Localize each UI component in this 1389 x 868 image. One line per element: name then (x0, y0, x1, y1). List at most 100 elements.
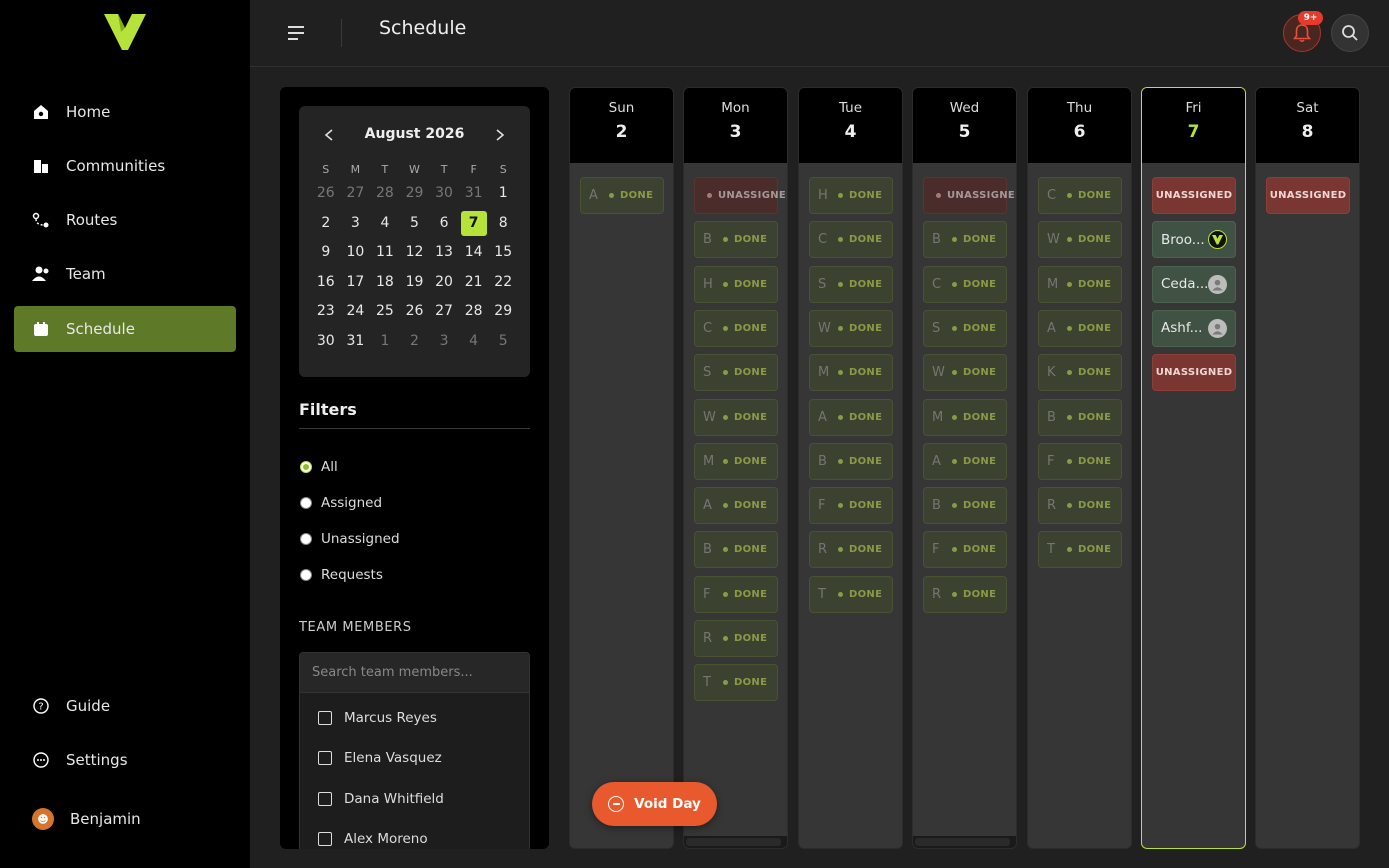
filter-all[interactable]: All (300, 459, 338, 475)
day-column-sat[interactable]: Sat 8 UNASSIGNED (1255, 87, 1360, 849)
day-column-mon[interactable]: Mon 3 UNASSIGNED B DONE H DONE C DONE S DONE W DONE M… (683, 87, 788, 849)
nav-communities[interactable]: Communities (14, 143, 236, 189)
day-column-tue[interactable]: Tue 4 H DONE C DONE S DONE W DONE M DONE A DONE B DONE F… (798, 87, 903, 849)
shift-card-unassigned[interactable]: UNASSIGNED (923, 177, 1016, 214)
calendar-day[interactable]: 30 (429, 179, 459, 209)
shift-card-done[interactable]: B DONE (923, 487, 1007, 525)
calendar-day[interactable]: 3 (341, 209, 371, 239)
calendar-day[interactable]: 1 (370, 327, 400, 357)
calendar-day[interactable]: 21 (459, 268, 489, 298)
calendar-day[interactable]: 4 (370, 209, 400, 239)
shift-card-done[interactable]: H DONE (694, 265, 778, 303)
shift-card-done[interactable]: F DONE (923, 531, 1007, 569)
shift-card-done[interactable]: C DONE (923, 265, 1007, 303)
calendar-day[interactable]: 9 (311, 238, 341, 268)
calendar-day-selected[interactable]: 7 (459, 209, 489, 239)
shift-card-done[interactable]: B DONE (694, 531, 778, 569)
calendar-day[interactable]: 24 (341, 297, 371, 327)
calendar-day[interactable]: 6 (429, 209, 459, 239)
calendar-day[interactable]: 26 (400, 297, 430, 327)
calendar-day[interactable]: 27 (429, 297, 459, 327)
filter-unassigned[interactable]: Unassigned (300, 531, 400, 547)
shift-card-done[interactable]: A DONE (923, 442, 1007, 480)
shift-card-done[interactable]: M DONE (809, 354, 893, 392)
shift-card-done[interactable]: A DONE (580, 177, 664, 214)
shift-card-done[interactable]: W DONE (923, 354, 1007, 392)
calendar-day[interactable]: 8 (488, 209, 518, 239)
calendar-day[interactable]: 5 (400, 209, 430, 239)
day-column-header[interactable]: Sun 2 (570, 88, 673, 163)
nav-guide[interactable]: ? Guide (14, 683, 236, 729)
shift-card-assigned[interactable]: Broo... (1152, 221, 1236, 259)
calendar-day[interactable]: 3 (429, 327, 459, 357)
radio-assigned[interactable] (300, 497, 312, 509)
shift-card-done[interactable]: R DONE (694, 620, 778, 657)
shift-card-done[interactable]: K DONE (1038, 354, 1122, 392)
calendar-day[interactable]: 13 (429, 238, 459, 268)
calendar-day[interactable]: 17 (341, 268, 371, 298)
nav-routes[interactable]: Routes (14, 197, 236, 243)
day-column-fri[interactable]: Fri 7 UNASSIGNED Broo... Ceda... Ashf... UNASS… (1141, 87, 1246, 849)
calendar-day[interactable]: 26 (311, 179, 341, 209)
void-day-button[interactable]: Void Day (592, 782, 717, 826)
shift-card-done[interactable]: C DONE (1038, 177, 1122, 214)
day-column-header[interactable]: Sat 8 (1256, 88, 1359, 163)
shift-card-done[interactable]: B DONE (923, 221, 1007, 259)
shift-card-done[interactable]: W DONE (809, 309, 893, 347)
shift-card-done[interactable]: H DONE (809, 177, 893, 214)
calendar-day[interactable]: 29 (400, 179, 430, 209)
shift-card-assigned[interactable]: Ceda... (1152, 265, 1236, 303)
filter-requests[interactable]: Requests (300, 567, 383, 583)
shift-card-done[interactable]: S DONE (694, 354, 778, 392)
shift-card-done[interactable]: T DONE (1038, 531, 1122, 569)
calendar-day[interactable]: 18 (370, 268, 400, 298)
shift-card-done[interactable]: M DONE (694, 442, 778, 480)
calendar-day[interactable]: 25 (370, 297, 400, 327)
calendar-day[interactable]: 28 (370, 179, 400, 209)
shift-card-done[interactable]: M DONE (1038, 265, 1122, 303)
calendar-day[interactable]: 2 (400, 327, 430, 357)
calendar-day[interactable]: 28 (459, 297, 489, 327)
shift-card-done[interactable]: A DONE (809, 398, 893, 436)
shift-card-unassigned[interactable]: UNASSIGNED (1266, 177, 1350, 214)
calendar-day[interactable]: 15 (488, 238, 518, 268)
shift-card-done[interactable]: W DONE (694, 398, 778, 436)
shift-card-unassigned[interactable]: UNASSIGNED (1152, 177, 1236, 214)
day-column-header[interactable]: Thu 6 (1028, 88, 1131, 163)
team-member-item[interactable]: Elena Vasquez (318, 750, 442, 766)
search-button[interactable] (1331, 14, 1369, 52)
calendar-day[interactable]: 19 (400, 268, 430, 298)
nav-team[interactable]: Team (14, 251, 236, 297)
shift-card-done[interactable]: R DONE (923, 575, 1007, 613)
filter-assigned[interactable]: Assigned (300, 495, 382, 511)
day-column-header[interactable]: Mon 3 (684, 88, 787, 163)
member-checkbox[interactable] (318, 832, 332, 846)
member-checkbox[interactable] (318, 711, 332, 725)
calendar-day[interactable]: 12 (400, 238, 430, 268)
horizontal-scrollbar[interactable] (684, 836, 787, 848)
shift-card-assigned[interactable]: Ashf... (1152, 309, 1236, 347)
day-column-sun[interactable]: Sun 2 A DONE (569, 87, 674, 849)
shift-card-unassigned[interactable]: UNASSIGNED (694, 177, 787, 214)
calendar-day[interactable]: 5 (488, 327, 518, 357)
chevron-right-icon[interactable] (490, 125, 510, 145)
shift-card-done[interactable]: B DONE (1038, 398, 1122, 436)
member-checkbox[interactable] (318, 751, 332, 765)
nav-settings[interactable]: Settings (14, 737, 236, 783)
calendar-day[interactable]: 22 (488, 268, 518, 298)
day-column-header[interactable]: Wed 5 (913, 88, 1016, 163)
shift-card-done[interactable]: R DONE (1038, 487, 1122, 525)
shift-card-done[interactable]: S DONE (809, 265, 893, 303)
brand-logo[interactable] (104, 14, 146, 52)
calendar-day[interactable]: 27 (341, 179, 371, 209)
shift-card-done[interactable]: A DONE (1038, 309, 1122, 347)
calendar-day[interactable]: 1 (488, 179, 518, 209)
radio-unassigned[interactable] (300, 533, 312, 545)
horizontal-scrollbar[interactable] (913, 836, 1016, 848)
shift-card-done[interactable]: F DONE (694, 575, 778, 613)
calendar-day[interactable]: 23 (311, 297, 341, 327)
menu-icon[interactable] (286, 24, 306, 42)
shift-card-done[interactable]: F DONE (809, 487, 893, 525)
team-member-item[interactable]: Dana Whitfield (318, 791, 444, 807)
nav-home[interactable]: Home (14, 89, 236, 135)
